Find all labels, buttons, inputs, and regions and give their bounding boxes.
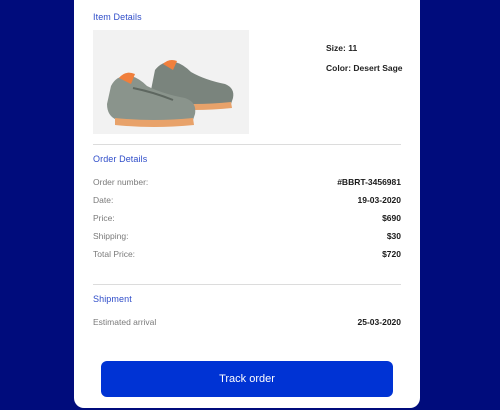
total-price-value: $720 (382, 249, 401, 259)
price-value: $690 (382, 213, 401, 223)
sneaker-image (107, 60, 234, 127)
date-value: 19-03-2020 (357, 195, 401, 205)
shipment-heading: Shipment (93, 294, 132, 304)
divider (93, 144, 401, 145)
product-image (93, 30, 249, 134)
order-card: Item Details Size: 11 Color: Desert Sage… (74, 0, 420, 408)
order-number-row: Order number: #BBRT-3456981 (93, 177, 401, 189)
date-row: Date: 19-03-2020 (93, 195, 401, 207)
order-number-label: Order number: (93, 177, 149, 187)
date-label: Date: (93, 195, 114, 205)
order-number-value: #BBRT-3456981 (337, 177, 401, 187)
estimated-arrival-row: Estimated arrival 25-03-2020 (93, 317, 401, 329)
price-row: Price: $690 (93, 213, 401, 225)
price-label: Price: (93, 213, 115, 223)
size-text: Size: 11 (326, 43, 358, 53)
shipping-value: $30 (386, 231, 401, 241)
track-order-button[interactable]: Track order (101, 361, 393, 397)
estimated-arrival-value: 25-03-2020 (357, 317, 401, 327)
total-price-row: Total Price: $720 (93, 249, 401, 261)
total-price-label: Total Price: (93, 249, 136, 259)
color-text: Color: Desert Sage (326, 63, 403, 73)
shipping-label: Shipping: (93, 231, 129, 241)
item-details-heading: Item Details (93, 12, 142, 22)
divider (93, 284, 401, 285)
estimated-arrival-label: Estimated arrival (93, 317, 157, 327)
order-details-heading: Order Details (93, 154, 148, 164)
shipping-row: Shipping: $30 (93, 231, 401, 243)
